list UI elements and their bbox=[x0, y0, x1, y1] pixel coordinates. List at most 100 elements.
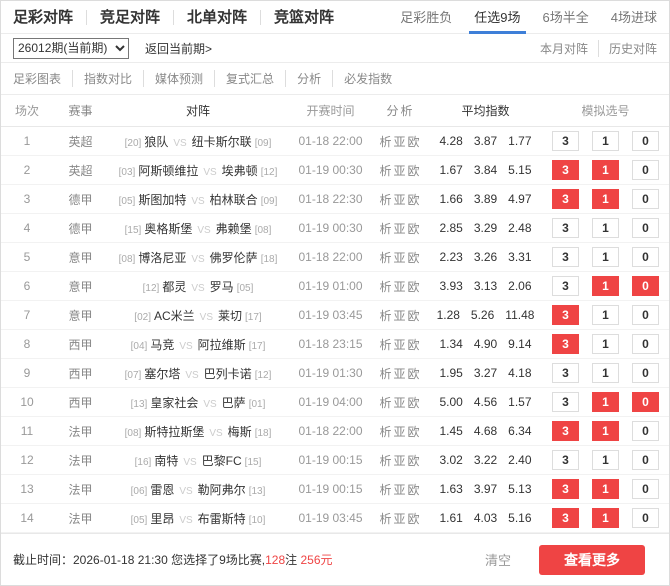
analysis-links[interactable]: 析亚欧 bbox=[373, 423, 428, 440]
pick-button-1[interactable]: 1 bbox=[592, 247, 619, 267]
pick-button-0[interactable]: 0 bbox=[632, 479, 659, 499]
away-team[interactable]: 柏林联合 bbox=[210, 193, 258, 207]
home-team[interactable]: 皇家社会 bbox=[150, 396, 198, 410]
home-team[interactable]: 里昂 bbox=[150, 512, 174, 526]
pick-button-1[interactable]: 1 bbox=[592, 450, 619, 470]
analysis-links[interactable]: 析亚欧 bbox=[373, 394, 428, 411]
pick-button-0[interactable]: 0 bbox=[632, 363, 659, 383]
analysis-links[interactable]: 析亚欧 bbox=[373, 133, 428, 150]
pick-button-1[interactable]: 1 bbox=[592, 392, 619, 412]
pick-button-0[interactable]: 0 bbox=[632, 508, 659, 528]
analysis-links[interactable]: 析亚欧 bbox=[373, 191, 428, 208]
pick-button-0[interactable]: 0 bbox=[632, 276, 659, 296]
pick-button-0[interactable]: 0 bbox=[632, 218, 659, 238]
pick-button-3[interactable]: 3 bbox=[552, 479, 579, 499]
home-team[interactable]: 南特 bbox=[154, 454, 178, 468]
main-tab[interactable]: 足彩对阵 bbox=[13, 10, 73, 25]
home-team[interactable]: 斯图加特 bbox=[138, 193, 186, 207]
main-tab[interactable]: 北单对阵 bbox=[173, 10, 247, 25]
history-matches-link[interactable]: 历史对阵 bbox=[598, 40, 657, 57]
month-matches-link[interactable]: 本月对阵 bbox=[540, 40, 588, 57]
pick-button-0[interactable]: 0 bbox=[632, 247, 659, 267]
pick-button-3[interactable]: 3 bbox=[552, 421, 579, 441]
analysis-links[interactable]: 析亚欧 bbox=[373, 481, 428, 498]
pick-button-3[interactable]: 3 bbox=[552, 450, 579, 470]
away-team[interactable]: 巴萨 bbox=[222, 396, 246, 410]
sub-nav-link[interactable]: 复式汇总 bbox=[214, 70, 274, 87]
pick-button-1[interactable]: 1 bbox=[592, 218, 619, 238]
away-team[interactable]: 巴黎FC bbox=[202, 454, 242, 468]
analysis-links[interactable]: 析亚欧 bbox=[373, 365, 428, 382]
pick-button-1[interactable]: 1 bbox=[592, 189, 619, 209]
pick-button-3[interactable]: 3 bbox=[552, 305, 579, 325]
sub-nav-link[interactable]: 分析 bbox=[285, 70, 321, 87]
away-team[interactable]: 梅斯 bbox=[228, 425, 252, 439]
sub-nav-link[interactable]: 必发指数 bbox=[332, 70, 392, 87]
pick-button-0[interactable]: 0 bbox=[632, 131, 659, 151]
home-team[interactable]: 阿斯顿维拉 bbox=[138, 164, 198, 178]
sub-nav-link[interactable]: 媒体预测 bbox=[143, 70, 203, 87]
pick-button-1[interactable]: 1 bbox=[592, 421, 619, 441]
pick-button-1[interactable]: 1 bbox=[592, 508, 619, 528]
pick-button-1[interactable]: 1 bbox=[592, 160, 619, 180]
away-team[interactable]: 布雷斯特 bbox=[198, 512, 246, 526]
home-team[interactable]: 都灵 bbox=[162, 280, 186, 294]
pick-button-3[interactable]: 3 bbox=[552, 218, 579, 238]
pick-button-3[interactable]: 3 bbox=[552, 160, 579, 180]
analysis-links[interactable]: 析亚欧 bbox=[373, 336, 428, 353]
pick-button-1[interactable]: 1 bbox=[592, 131, 619, 151]
away-team[interactable]: 勒阿弗尔 bbox=[198, 483, 246, 497]
pick-button-1[interactable]: 1 bbox=[592, 305, 619, 325]
clear-button[interactable]: 清空 bbox=[485, 550, 511, 569]
pick-button-0[interactable]: 0 bbox=[632, 421, 659, 441]
sub-nav-link[interactable]: 指数对比 bbox=[72, 70, 132, 87]
pick-button-1[interactable]: 1 bbox=[592, 363, 619, 383]
pick-button-1[interactable]: 1 bbox=[592, 334, 619, 354]
pick-button-1[interactable]: 1 bbox=[592, 276, 619, 296]
pick-button-0[interactable]: 0 bbox=[632, 334, 659, 354]
pick-button-3[interactable]: 3 bbox=[552, 363, 579, 383]
period-select[interactable]: 26012期(当前期) bbox=[13, 38, 129, 59]
analysis-links[interactable]: 析亚欧 bbox=[373, 162, 428, 179]
pick-button-3[interactable]: 3 bbox=[552, 508, 579, 528]
away-team[interactable]: 埃弗顿 bbox=[222, 164, 258, 178]
analysis-links[interactable]: 析亚欧 bbox=[373, 220, 428, 237]
main-tab[interactable]: 竞篮对阵 bbox=[260, 10, 334, 25]
away-team[interactable]: 罗马 bbox=[210, 280, 234, 294]
mode-tab[interactable]: 6场半全 bbox=[543, 1, 589, 34]
pick-button-3[interactable]: 3 bbox=[552, 189, 579, 209]
away-team[interactable]: 巴列卡诺 bbox=[204, 367, 252, 381]
pick-button-0[interactable]: 0 bbox=[632, 450, 659, 470]
away-team[interactable]: 纽卡斯尔联 bbox=[192, 135, 252, 149]
away-team[interactable]: 莱切 bbox=[218, 309, 242, 323]
pick-button-1[interactable]: 1 bbox=[592, 479, 619, 499]
home-team[interactable]: 奥格斯堡 bbox=[144, 222, 192, 236]
mode-tab[interactable]: 足彩胜负 bbox=[400, 1, 452, 34]
analysis-links[interactable]: 析亚欧 bbox=[373, 452, 428, 469]
pick-button-3[interactable]: 3 bbox=[552, 276, 579, 296]
main-tab[interactable]: 竞足对阵 bbox=[86, 10, 160, 25]
analysis-links[interactable]: 析亚欧 bbox=[373, 278, 428, 295]
pick-button-3[interactable]: 3 bbox=[552, 131, 579, 151]
analysis-links[interactable]: 析亚欧 bbox=[373, 307, 428, 324]
home-team[interactable]: 马竞 bbox=[150, 338, 174, 352]
home-team[interactable]: 斯特拉斯堡 bbox=[144, 425, 204, 439]
pick-button-0[interactable]: 0 bbox=[632, 392, 659, 412]
away-team[interactable]: 阿拉维斯 bbox=[198, 338, 246, 352]
pick-button-0[interactable]: 0 bbox=[632, 305, 659, 325]
pick-button-0[interactable]: 0 bbox=[632, 160, 659, 180]
home-team[interactable]: 雷恩 bbox=[150, 483, 174, 497]
back-to-current-link[interactable]: 返回当前期> bbox=[145, 40, 212, 57]
analysis-links[interactable]: 析亚欧 bbox=[373, 510, 428, 527]
away-team[interactable]: 佛罗伦萨 bbox=[210, 251, 258, 265]
home-team[interactable]: 博洛尼亚 bbox=[138, 251, 186, 265]
mode-tab[interactable]: 4场进球 bbox=[611, 1, 657, 34]
pick-button-3[interactable]: 3 bbox=[552, 392, 579, 412]
mode-tab[interactable]: 任选9场 bbox=[474, 1, 520, 34]
pick-button-3[interactable]: 3 bbox=[552, 334, 579, 354]
analysis-links[interactable]: 析亚欧 bbox=[373, 249, 428, 266]
pick-button-0[interactable]: 0 bbox=[632, 189, 659, 209]
pick-button-3[interactable]: 3 bbox=[552, 247, 579, 267]
home-team[interactable]: 塞尔塔 bbox=[144, 367, 180, 381]
view-more-button[interactable]: 查看更多 bbox=[539, 545, 645, 575]
